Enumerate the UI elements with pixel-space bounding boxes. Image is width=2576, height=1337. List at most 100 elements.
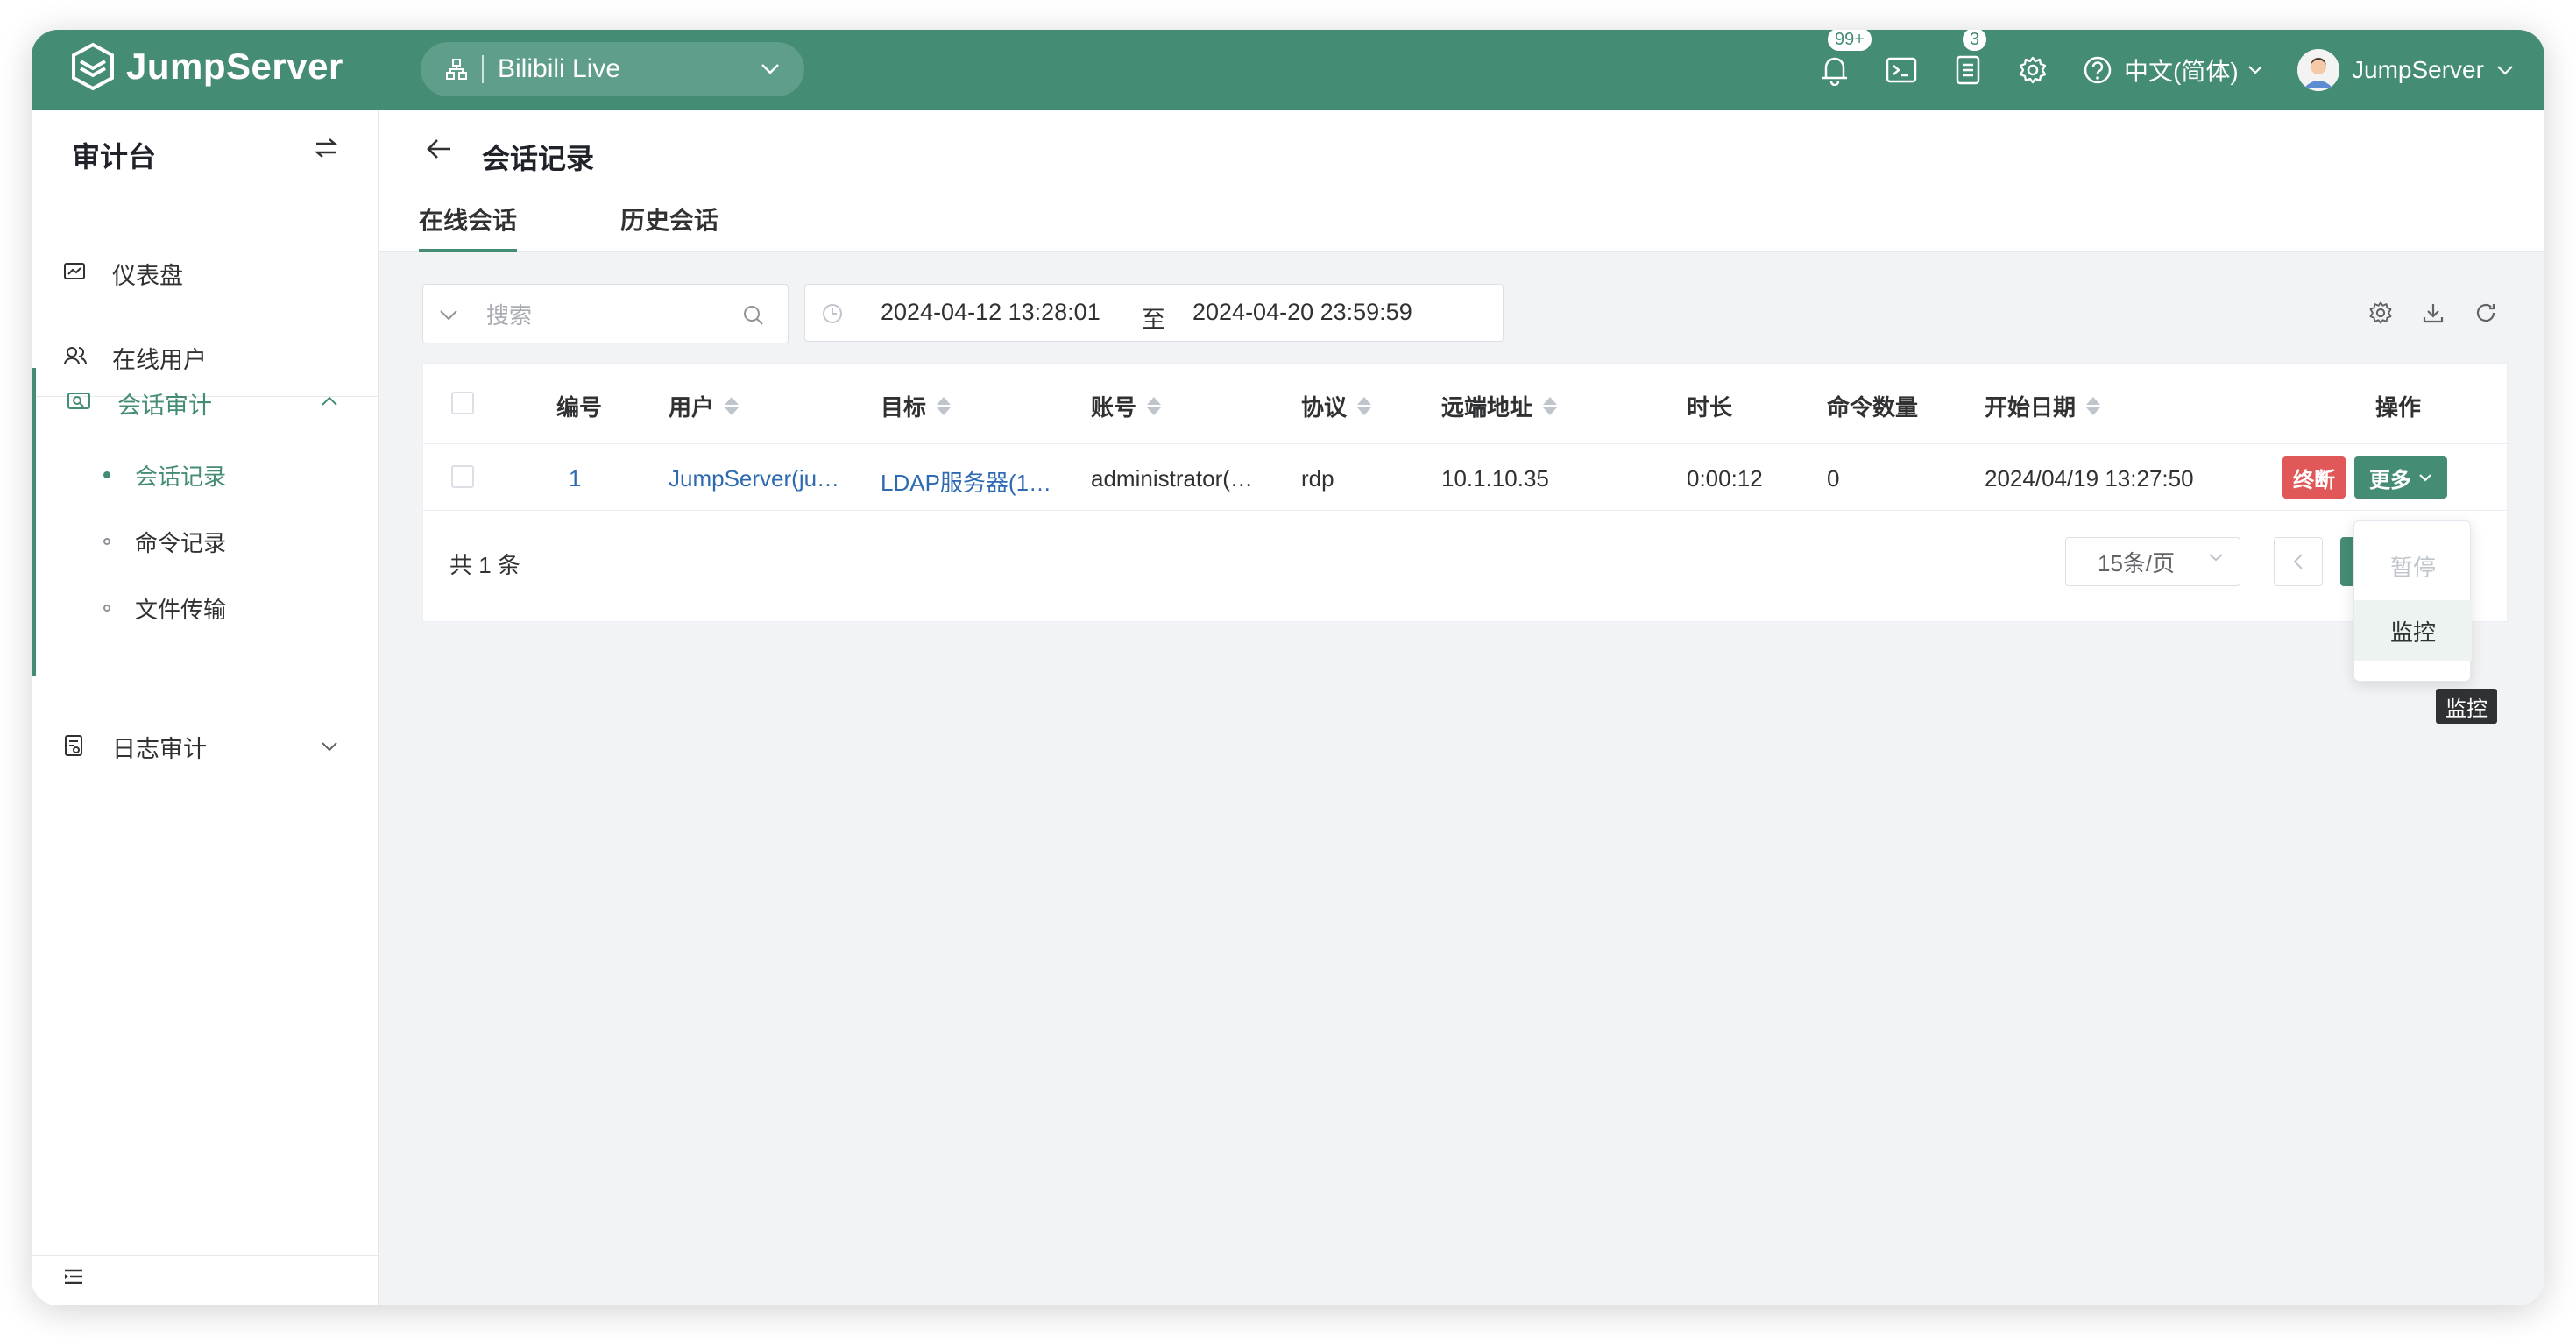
sidebar-subitem-label: 文件传输 bbox=[135, 596, 227, 623]
tab-history-sessions[interactable]: 历史会话 bbox=[620, 202, 718, 237]
column-header-user[interactable]: 用户 bbox=[669, 390, 740, 422]
column-header-remote-addr[interactable]: 远端地址 bbox=[1441, 390, 1558, 422]
sidebar-item-label: 仪表盘 bbox=[112, 262, 183, 289]
logo-text: JumpServer bbox=[126, 46, 343, 87]
cell-target[interactable]: LDAP服务器(1… bbox=[881, 465, 1051, 498]
sort-icon[interactable] bbox=[725, 397, 740, 415]
column-header-protocol[interactable]: 协议 bbox=[1301, 390, 1372, 422]
log-icon bbox=[65, 735, 82, 756]
select-all-checkbox[interactable] bbox=[451, 392, 474, 414]
column-header-actions: 操作 bbox=[2375, 394, 2422, 421]
cell-user[interactable]: JumpServer(ju… bbox=[669, 465, 839, 492]
download-icon bbox=[2423, 304, 2444, 323]
more-actions-button[interactable]: 更多 bbox=[2354, 456, 2447, 499]
language-label: 中文(简体) bbox=[2124, 58, 2239, 85]
search-icon bbox=[744, 306, 763, 325]
page-size-select[interactable]: 15条/页 bbox=[2065, 537, 2240, 586]
date-separator: 至 bbox=[1142, 307, 1165, 333]
date-to[interactable]: 2024-04-20 23:59:59 bbox=[1192, 299, 1412, 326]
org-separator bbox=[482, 55, 484, 83]
sidebar-divider bbox=[32, 1255, 379, 1256]
sort-icon[interactable] bbox=[1357, 397, 1372, 415]
cell-protocol: rdp bbox=[1301, 465, 1334, 492]
chevron-left-icon bbox=[2293, 554, 2303, 569]
username: JumpServer bbox=[2352, 56, 2484, 83]
sidebar-item-dashboard[interactable]: 仪表盘 bbox=[32, 238, 379, 308]
terminate-button[interactable]: 终断 bbox=[2282, 456, 2346, 499]
chevron-up-icon bbox=[322, 396, 337, 406]
more-label: 更多 bbox=[2369, 468, 2411, 492]
date-from[interactable]: 2024-04-12 13:28:01 bbox=[881, 299, 1100, 326]
dropdown-item-pause: 暂停 bbox=[2389, 554, 2436, 581]
cell-duration: 0:00:12 bbox=[1687, 465, 1763, 492]
more-actions-dropdown: 暂停 监控 bbox=[2353, 520, 2472, 682]
menu-collapse-icon bbox=[65, 1269, 82, 1284]
avatar bbox=[2297, 49, 2339, 91]
user-menu[interactable]: JumpServer bbox=[2297, 44, 2514, 96]
cell-account: administrator(… bbox=[1091, 465, 1253, 492]
switch-arrows-icon bbox=[314, 138, 338, 158]
chevron-down-icon bbox=[761, 64, 779, 74]
column-header-target[interactable]: 目标 bbox=[881, 390, 952, 422]
sidebar: 审计台 仪表盘 在线用户 会话审计 会话记录 命令记录 文件传输 日志审计 bbox=[32, 110, 379, 1305]
search-filter[interactable]: 搜索 bbox=[422, 284, 789, 343]
sidebar-group-session-audit: 会话审计 会话记录 命令记录 文件传输 bbox=[32, 368, 379, 676]
chevron-down-icon bbox=[2419, 474, 2431, 482]
prev-page-button[interactable] bbox=[2274, 537, 2323, 586]
clock-icon bbox=[823, 304, 842, 323]
refresh-button[interactable] bbox=[2471, 298, 2501, 328]
column-header-duration: 时长 bbox=[1687, 394, 1733, 421]
org-select[interactable]: Bilibili Live bbox=[421, 42, 804, 96]
help-button[interactable] bbox=[2078, 51, 2117, 89]
jumpserver-logo-icon bbox=[72, 42, 114, 91]
table-settings-button[interactable] bbox=[2366, 298, 2396, 328]
arrow-left-icon bbox=[427, 139, 450, 159]
cell-remote-addr: 10.1.10.35 bbox=[1441, 465, 1549, 492]
sidebar-subitem-file-transfer[interactable]: 文件传输 bbox=[32, 580, 379, 636]
date-range-picker[interactable]: 2024-04-12 13:28:01 至 2024-04-20 23:59:5… bbox=[804, 284, 1504, 342]
language-select[interactable]: 中文(简体) bbox=[2124, 51, 2263, 89]
chevron-down-icon bbox=[2497, 66, 2513, 75]
user-avatar-icon bbox=[2297, 49, 2339, 91]
tab-online-sessions[interactable]: 在线会话 bbox=[419, 202, 517, 237]
table-row: 1 JumpServer(ju… LDAP服务器(1… administrato… bbox=[423, 444, 2509, 511]
sort-icon[interactable] bbox=[937, 397, 952, 415]
notification-button[interactable]: 99+ bbox=[1815, 30, 1873, 89]
tasks-button[interactable]: 3 bbox=[1949, 30, 1989, 89]
tasks-badge: 3 bbox=[1961, 30, 1989, 53]
sidebar-subitem-session-records[interactable]: 会话记录 bbox=[32, 447, 379, 503]
active-tab-indicator bbox=[419, 249, 517, 252]
sort-icon[interactable] bbox=[1147, 397, 1162, 415]
settings-button[interactable] bbox=[2013, 51, 2052, 89]
collapse-sidebar-button[interactable] bbox=[63, 1267, 84, 1291]
view-switch-button[interactable] bbox=[314, 137, 338, 164]
sidebar-item-session-audit[interactable]: 会话审计 bbox=[32, 368, 379, 438]
cell-command-count: 0 bbox=[1827, 465, 1840, 492]
sidebar-subitem-command-records[interactable]: 命令记录 bbox=[32, 513, 379, 569]
search-input[interactable]: 搜索 bbox=[486, 298, 532, 330]
chevron-down-icon bbox=[322, 742, 337, 752]
column-header-account[interactable]: 账号 bbox=[1091, 390, 1162, 422]
logo[interactable]: JumpServer bbox=[70, 42, 343, 91]
document-list-icon bbox=[1956, 55, 1980, 85]
back-button[interactable] bbox=[426, 137, 454, 166]
sort-icon[interactable] bbox=[2086, 397, 2101, 415]
page-size-value: 15条/页 bbox=[2098, 549, 2176, 577]
column-header-start-date[interactable]: 开始日期 bbox=[1985, 390, 2101, 422]
row-checkbox[interactable] bbox=[451, 465, 474, 488]
sidebar-item-label: 日志审计 bbox=[112, 735, 207, 762]
top-bar: JumpServer Bilibili Live 99+ 3 中文(简体) Ju… bbox=[32, 30, 2544, 110]
gear-icon bbox=[2369, 301, 2392, 324]
web-terminal-button[interactable] bbox=[1882, 51, 1921, 89]
active-dot bbox=[103, 471, 110, 478]
sidebar-title: 审计台 bbox=[72, 141, 157, 173]
export-button[interactable] bbox=[2418, 298, 2448, 328]
notification-badge: 99+ bbox=[1826, 30, 1873, 53]
sidebar-item-log-audit[interactable]: 日志审计 bbox=[32, 711, 379, 782]
cell-id[interactable]: 1 bbox=[569, 465, 581, 492]
dropdown-item-monitor[interactable]: 监控 bbox=[2354, 600, 2472, 661]
dashboard-icon bbox=[64, 263, 85, 279]
sort-icon[interactable] bbox=[1543, 397, 1558, 415]
cell-start-date: 2024/04/19 13:27:50 bbox=[1985, 465, 2194, 492]
table-header: 编号 用户 目标 账号 协议 远端地址 时长 命令数量 开始日期 操作 bbox=[423, 364, 2509, 444]
